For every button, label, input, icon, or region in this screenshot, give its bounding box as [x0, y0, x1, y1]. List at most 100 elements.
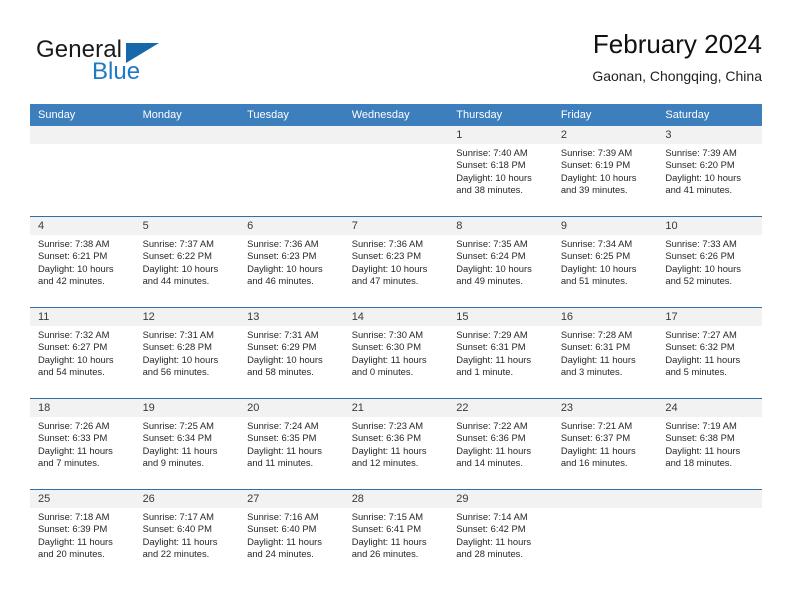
page-header: General Blue February 2024 Gaonan, Chong… [30, 28, 762, 96]
sunset-text: Sunset: 6:23 PM [247, 250, 317, 262]
daylight-text-line1: Daylight: 11 hours [560, 353, 636, 365]
sunset-text: Sunset: 6:40 PM [142, 523, 212, 535]
calendar-day-cell[interactable]: 27 Sunrise: 7:16 AM Sunset: 6:40 PM Dayligh… [239, 489, 344, 580]
daylight-text-line1: Daylight: 11 hours [38, 535, 113, 547]
calendar-day-cell[interactable]: 15 Sunrise: 7:29 AM Sunset: 6:31 PM Dayligh… [448, 307, 553, 399]
day-cell-inner: 27 Sunrise: 7:16 AM Sunset: 6:40 PM Dayligh… [239, 490, 344, 580]
day-info: Sunrise: 7:36 AM Sunset: 6:23 PM Daylight:… [239, 235, 344, 288]
sunrise-text: Sunrise: 7:31 AM [142, 329, 214, 340]
day-info: Sunrise: 7:17 AM Sunset: 6:40 PM Daylight:… [135, 508, 240, 561]
calendar-day-cell[interactable]: 22 Sunrise: 7:22 AM Sunset: 6:36 PM Dayligh… [448, 398, 553, 490]
logo-text-blue: Blue [92, 58, 141, 85]
daylight-text-line1: Daylight: 11 hours [665, 353, 741, 365]
day-info: Sunrise: 7:38 AM Sunset: 6:21 PM Daylight:… [30, 235, 135, 288]
calendar-day-cell[interactable]: 12 Sunrise: 7:31 AM Sunset: 6:28 PM Dayligh… [134, 307, 240, 399]
calendar-day-cell[interactable]: 13 Sunrise: 7:31 AM Sunset: 6:29 PM Dayligh… [239, 307, 344, 399]
sunset-text: Sunset: 6:35 PM [247, 432, 317, 444]
page-title: February 2024 [592, 29, 762, 59]
calendar-day-cell[interactable]: 16 Sunrise: 7:28 AM Sunset: 6:31 PM Dayligh… [552, 307, 658, 399]
calendar-day-cell[interactable]: 1 Sunrise: 7:40 AM Sunset: 6:18 PM Daylight… [448, 126, 553, 217]
day-number: 3 [657, 126, 762, 144]
day-cell-inner: 21 Sunrise: 7:23 AM Sunset: 6:36 PM Dayligh… [343, 399, 449, 489]
daylight-text-line1: Daylight: 11 hours [351, 444, 427, 456]
calendar-day-cell[interactable]: 24 Sunrise: 7:19 AM Sunset: 6:38 PM Dayligh… [657, 398, 762, 490]
day-number: 18 [30, 399, 135, 417]
sunrise-text: Sunrise: 7:29 AM [456, 329, 528, 340]
calendar-day-cell[interactable]: 9 Sunrise: 7:34 AM Sunset: 6:25 PM Daylight… [552, 216, 658, 308]
day-number: 23 [552, 399, 658, 417]
day-cell-inner: 11 Sunrise: 7:32 AM Sunset: 6:27 PM Dayligh… [30, 308, 135, 398]
daylight-text-line2: and 0 minutes. [351, 366, 414, 378]
calendar-day-cell[interactable]: 21 Sunrise: 7:23 AM Sunset: 6:36 PM Dayligh… [343, 398, 449, 490]
day-number: 6 [239, 217, 344, 235]
day-cell-inner: 24 Sunrise: 7:19 AM Sunset: 6:38 PM Dayligh… [657, 399, 762, 489]
day-cell-inner [239, 126, 344, 216]
day-number: 10 [657, 217, 762, 235]
day-number [657, 490, 762, 508]
daylight-text-line1: Daylight: 10 hours [560, 171, 637, 183]
calendar-day-cell[interactable] [239, 126, 344, 217]
day-number: 8 [448, 217, 553, 235]
calendar-day-cell[interactable]: 17 Sunrise: 7:27 AM Sunset: 6:32 PM Dayligh… [657, 307, 762, 399]
calendar-day-cell[interactable] [552, 489, 658, 580]
calendar-day-cell[interactable]: 5 Sunrise: 7:37 AM Sunset: 6:22 PM Daylight… [134, 216, 240, 308]
daylight-text-line1: Daylight: 11 hours [351, 353, 427, 365]
calendar-day-cell[interactable]: 7 Sunrise: 7:36 AM Sunset: 6:23 PM Daylight… [343, 216, 449, 308]
day-cell-inner: 15 Sunrise: 7:29 AM Sunset: 6:31 PM Dayligh… [448, 308, 553, 398]
calendar-day-cell[interactable]: 18 Sunrise: 7:26 AM Sunset: 6:33 PM Dayligh… [30, 398, 135, 490]
calendar-week-row: 1 Sunrise: 7:40 AM Sunset: 6:18 PM Daylight… [30, 126, 762, 217]
day-cell-inner [343, 126, 449, 216]
day-info: Sunrise: 7:18 AM Sunset: 6:39 PM Daylight:… [30, 508, 135, 561]
calendar-day-cell[interactable]: 25 Sunrise: 7:18 AM Sunset: 6:39 PM Dayligh… [30, 489, 135, 580]
daylight-text-line2: and 24 minutes. [247, 548, 314, 560]
daylight-text-line2: and 52 minutes. [665, 275, 733, 287]
day-cell-inner: 5 Sunrise: 7:37 AM Sunset: 6:22 PM Daylight… [134, 217, 240, 307]
day-number: 16 [552, 308, 658, 326]
day-number [343, 126, 449, 144]
day-number: 21 [343, 399, 449, 417]
sunrise-text: Sunrise: 7:34 AM [560, 238, 633, 249]
calendar-day-cell[interactable]: 29 Sunrise: 7:14 AM Sunset: 6:42 PM Dayligh… [448, 489, 553, 580]
daylight-text-line1: Daylight: 11 hours [456, 353, 532, 365]
day-number: 20 [239, 399, 344, 417]
calendar-day-cell[interactable]: 14 Sunrise: 7:30 AM Sunset: 6:30 PM Dayligh… [343, 307, 449, 399]
calendar-day-cell[interactable]: 8 Sunrise: 7:35 AM Sunset: 6:24 PM Daylight… [448, 216, 553, 308]
day-number: 13 [239, 308, 344, 326]
calendar-day-cell[interactable]: 28 Sunrise: 7:15 AM Sunset: 6:41 PM Dayligh… [343, 489, 449, 580]
sunrise-text: Sunrise: 7:30 AM [351, 329, 424, 340]
calendar-day-cell[interactable]: 6 Sunrise: 7:36 AM Sunset: 6:23 PM Daylight… [239, 216, 344, 308]
calendar-day-cell[interactable]: 3 Sunrise: 7:39 AM Sunset: 6:20 PM Daylight… [657, 126, 762, 217]
daylight-text-line1: Daylight: 10 hours [142, 353, 219, 365]
calendar-day-cell[interactable] [657, 489, 762, 580]
calendar-day-cell[interactable]: 4 Sunrise: 7:38 AM Sunset: 6:21 PM Daylight… [30, 216, 135, 308]
sunset-text: Sunset: 6:20 PM [665, 159, 735, 171]
brand-logo[interactable]: General Blue [36, 36, 246, 92]
calendar-day-cell[interactable]: 23 Sunrise: 7:21 AM Sunset: 6:37 PM Dayligh… [552, 398, 658, 490]
day-cell-inner [134, 126, 240, 216]
calendar-day-cell[interactable]: 11 Sunrise: 7:32 AM Sunset: 6:27 PM Dayligh… [30, 307, 135, 399]
day-info [30, 144, 135, 147]
calendar-day-cell[interactable]: 19 Sunrise: 7:25 AM Sunset: 6:34 PM Dayligh… [134, 398, 240, 490]
calendar-day-cell[interactable]: 20 Sunrise: 7:24 AM Sunset: 6:35 PM Dayligh… [239, 398, 344, 490]
day-number: 17 [657, 308, 762, 326]
day-cell-inner: 3 Sunrise: 7:39 AM Sunset: 6:20 PM Daylight… [657, 126, 762, 216]
calendar-day-cell[interactable] [343, 126, 449, 217]
calendar-day-cell[interactable] [134, 126, 240, 217]
calendar-body: 1 Sunrise: 7:40 AM Sunset: 6:18 PM Daylight… [30, 126, 762, 580]
day-info: Sunrise: 7:21 AM Sunset: 6:37 PM Daylight:… [553, 417, 658, 470]
daylight-text-line2: and 12 minutes. [351, 457, 419, 469]
title-block: February 2024 Gaonan, Chongqing, China [592, 28, 762, 86]
day-number: 22 [448, 399, 553, 417]
calendar-week-row: 11 Sunrise: 7:32 AM Sunset: 6:27 PM Dayligh… [30, 307, 762, 399]
daylight-text-line2: and 1 minute. [456, 366, 514, 378]
calendar-day-cell[interactable]: 10 Sunrise: 7:33 AM Sunset: 6:26 PM Dayligh… [657, 216, 762, 308]
calendar-day-cell[interactable] [30, 126, 135, 217]
day-info: Sunrise: 7:27 AM Sunset: 6:32 PM Daylight:… [657, 326, 762, 379]
daylight-text-line1: Daylight: 10 hours [38, 353, 114, 365]
daylight-text-line2: and 28 minutes. [456, 548, 523, 560]
sunset-text: Sunset: 6:18 PM [456, 159, 526, 171]
daylight-text-line2: and 26 minutes. [351, 548, 419, 560]
daylight-text-line2: and 14 minutes. [456, 457, 523, 469]
calendar-day-cell[interactable]: 26 Sunrise: 7:17 AM Sunset: 6:40 PM Dayligh… [134, 489, 240, 580]
calendar-day-cell[interactable]: 2 Sunrise: 7:39 AM Sunset: 6:19 PM Daylight… [552, 126, 658, 217]
